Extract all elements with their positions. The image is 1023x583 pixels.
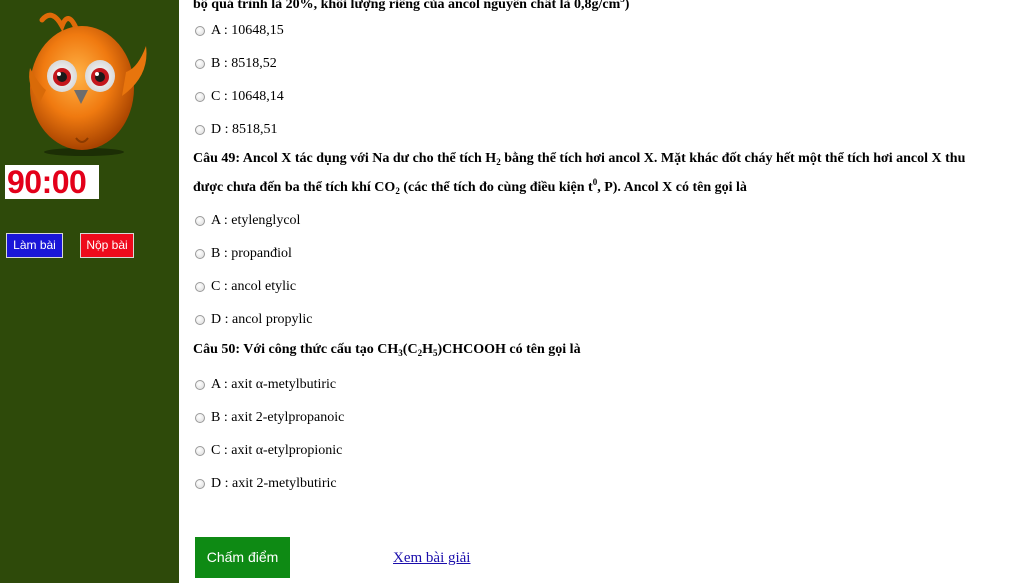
radio-q49-b[interactable] — [195, 249, 205, 259]
radio-q49-c[interactable] — [195, 282, 205, 292]
radio-q50-a[interactable] — [195, 380, 205, 390]
sidebar: 90:00 Làm bài Nộp bài — [0, 0, 179, 583]
radio-q48-b[interactable] — [195, 59, 205, 69]
question-49-line-2: được chưa đến ba thể tích khí CO2 (các t… — [193, 177, 747, 196]
option-q49-d[interactable]: D : ancol propylic — [195, 311, 312, 329]
question-panel: bộ quá trình là 20%, khối lượng riêng củ… — [193, 0, 1023, 583]
option-q48-d[interactable]: D : 8518,51 — [195, 121, 278, 139]
radio-q50-d[interactable] — [195, 479, 205, 489]
radio-q50-b[interactable] — [195, 413, 205, 423]
option-q49-b[interactable]: B : propanđiol — [195, 245, 292, 263]
view-solution-link[interactable]: Xem bài giải — [393, 550, 470, 567]
question-50-text: Câu 50: Với công thức cấu tạo CH3(C2H5)C… — [193, 342, 581, 358]
option-q50-b[interactable]: B : axit 2-etylpropanoic — [195, 409, 344, 427]
radio-q49-a[interactable] — [195, 216, 205, 226]
option-q48-b[interactable]: B : 8518,52 — [195, 55, 277, 73]
radio-q49-d[interactable] — [195, 315, 205, 325]
radio-q48-a[interactable] — [195, 26, 205, 36]
option-q49-c[interactable]: C : ancol etylic — [195, 278, 296, 296]
radio-q48-c[interactable] — [195, 92, 205, 102]
grade-button[interactable]: Chấm điểm — [195, 537, 290, 578]
option-q50-a[interactable]: A : axit α-metylbutiric — [195, 376, 336, 394]
option-q48-a[interactable]: A : 10648,15 — [195, 22, 284, 40]
radio-q48-d[interactable] — [195, 125, 205, 135]
countdown-timer: 90:00 — [5, 165, 99, 199]
option-q49-a[interactable]: A : etylenglycol — [195, 212, 300, 230]
option-q50-d[interactable]: D : axit 2-metylbutiric — [195, 475, 337, 493]
start-exam-button[interactable]: Làm bài — [6, 233, 63, 258]
option-q50-c[interactable]: C : axit α-etylpropionic — [195, 442, 342, 460]
option-q48-c[interactable]: C : 10648,14 — [195, 88, 284, 106]
question-49-line-1: Câu 49: Ancol X tác dụng với Na dư cho t… — [193, 151, 966, 167]
radio-q50-c[interactable] — [195, 446, 205, 456]
submit-exam-button[interactable]: Nộp bài — [80, 233, 134, 258]
question-48-text: bộ quá trình là 20%, khối lượng riêng củ… — [193, 0, 630, 12]
bird-mascot-icon — [29, 12, 147, 156]
